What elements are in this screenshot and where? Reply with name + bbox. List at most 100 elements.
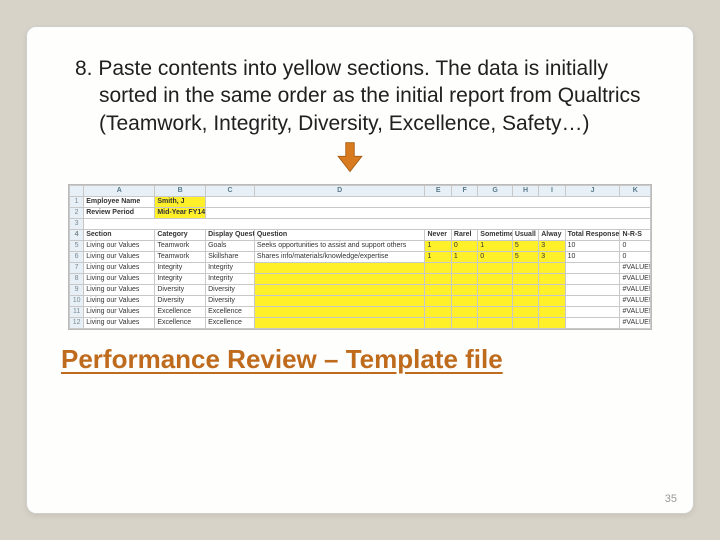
table-row: 5Living our ValuesTeamworkGoalsSeeks opp… xyxy=(70,240,651,251)
cell xyxy=(451,317,477,328)
cell: 3 xyxy=(539,240,565,251)
cell-empty xyxy=(206,196,651,207)
cell xyxy=(451,306,477,317)
cell: Living our Values xyxy=(84,251,155,262)
cell xyxy=(565,306,620,317)
instruction-text: 8. Paste contents into yellow sections. … xyxy=(75,55,659,137)
spacer-row: 3 xyxy=(70,218,651,229)
col-head: A xyxy=(84,185,155,196)
cell: Sometime xyxy=(478,229,513,240)
cell: 1 xyxy=(478,240,513,251)
table-row: 8Living our ValuesIntegrityIntegrity#VAL… xyxy=(70,273,651,284)
cell xyxy=(512,317,538,328)
cell xyxy=(512,273,538,284)
row-gutter: 2 xyxy=(70,207,84,218)
cell: Diversity xyxy=(155,284,206,295)
step-body: Paste contents into yellow sections. The… xyxy=(93,57,641,135)
cell xyxy=(512,262,538,273)
cell xyxy=(539,284,565,295)
cell xyxy=(478,273,513,284)
cell: Teamwork xyxy=(155,240,206,251)
row-gutter: 10 xyxy=(70,295,84,306)
row-gutter: 7 xyxy=(70,262,84,273)
col-head: H xyxy=(512,185,538,196)
cell xyxy=(539,262,565,273)
row-gutter: 1 xyxy=(70,196,84,207)
cell: 0 xyxy=(620,251,651,262)
cell xyxy=(425,262,451,273)
col-head: J xyxy=(565,185,620,196)
cell: Alway xyxy=(539,229,565,240)
cell xyxy=(512,284,538,295)
col-head: I xyxy=(539,185,565,196)
cell xyxy=(539,273,565,284)
cell: 0 xyxy=(620,240,651,251)
cell xyxy=(254,284,425,295)
cell: 0 xyxy=(478,251,513,262)
sheet-table: A B C D E F G H I J K 1 Employee Name Sm… xyxy=(69,185,651,329)
cell: 10 xyxy=(565,240,620,251)
cell xyxy=(425,273,451,284)
header-row: 2 Review Period Mid-Year FY14 xyxy=(70,207,651,218)
row-gutter: 8 xyxy=(70,273,84,284)
cell: 10 xyxy=(565,251,620,262)
col-head: D xyxy=(254,185,425,196)
arrow-down-icon xyxy=(332,162,368,179)
row-gutter: 12 xyxy=(70,317,84,328)
cell xyxy=(451,262,477,273)
col-head: B xyxy=(155,185,206,196)
cell: 1 xyxy=(425,240,451,251)
cell-empty xyxy=(206,207,651,218)
table-row: 9Living our ValuesDiversityDiversity#VAL… xyxy=(70,284,651,295)
cell: #VALUE! xyxy=(620,317,651,328)
cell xyxy=(254,306,425,317)
cell: Employee Name xyxy=(84,196,155,207)
cell xyxy=(539,295,565,306)
cell xyxy=(478,306,513,317)
cell: Excellence xyxy=(206,306,255,317)
table-row: 12Living our ValuesExcellenceExcellence#… xyxy=(70,317,651,328)
step-number: 8. xyxy=(75,57,93,80)
row-gutter: 9 xyxy=(70,284,84,295)
cell xyxy=(539,306,565,317)
cell: Seeks opportunities to assist and suppor… xyxy=(254,240,425,251)
col-head: G xyxy=(478,185,513,196)
cell: #VALUE! xyxy=(620,306,651,317)
cell: Teamwork xyxy=(155,251,206,262)
cell: 3 xyxy=(539,251,565,262)
table-row: 10Living our ValuesDiversityDiversity#VA… xyxy=(70,295,651,306)
cell xyxy=(254,273,425,284)
cell: Shares info/materials/knowledge/expertis… xyxy=(254,251,425,262)
cell: Section xyxy=(84,229,155,240)
cell: Living our Values xyxy=(84,295,155,306)
cell xyxy=(425,317,451,328)
table-row: 6Living our ValuesTeamworkSkillshareShar… xyxy=(70,251,651,262)
cell xyxy=(425,306,451,317)
cell xyxy=(425,295,451,306)
table-row: 11Living our ValuesExcellenceExcellence#… xyxy=(70,306,651,317)
row-gutter: 3 xyxy=(70,218,84,229)
col-head: F xyxy=(451,185,477,196)
arrow-down-wrap xyxy=(41,141,659,180)
cell xyxy=(565,317,620,328)
cell xyxy=(565,284,620,295)
cell xyxy=(254,262,425,273)
page-number: 35 xyxy=(665,493,677,505)
cell: 5 xyxy=(512,251,538,262)
table-row: 7Living our ValuesIntegrityIntegrity#VAL… xyxy=(70,262,651,273)
cell xyxy=(539,317,565,328)
cell: Smith, J xyxy=(155,196,206,207)
cell: Rarel xyxy=(451,229,477,240)
cell: #VALUE! xyxy=(620,273,651,284)
spreadsheet-preview: A B C D E F G H I J K 1 Employee Name Sm… xyxy=(68,184,652,330)
cell: 0 xyxy=(451,240,477,251)
page-title: Performance Review – Template file xyxy=(61,344,659,375)
row-gutter: 11 xyxy=(70,306,84,317)
cell xyxy=(512,306,538,317)
cell: Diversity xyxy=(206,284,255,295)
cell: Total Responses xyxy=(565,229,620,240)
cell: Integrity xyxy=(206,262,255,273)
column-letter-row: A B C D E F G H I J K xyxy=(70,185,651,196)
cell: #VALUE! xyxy=(620,262,651,273)
cell: 1 xyxy=(425,251,451,262)
